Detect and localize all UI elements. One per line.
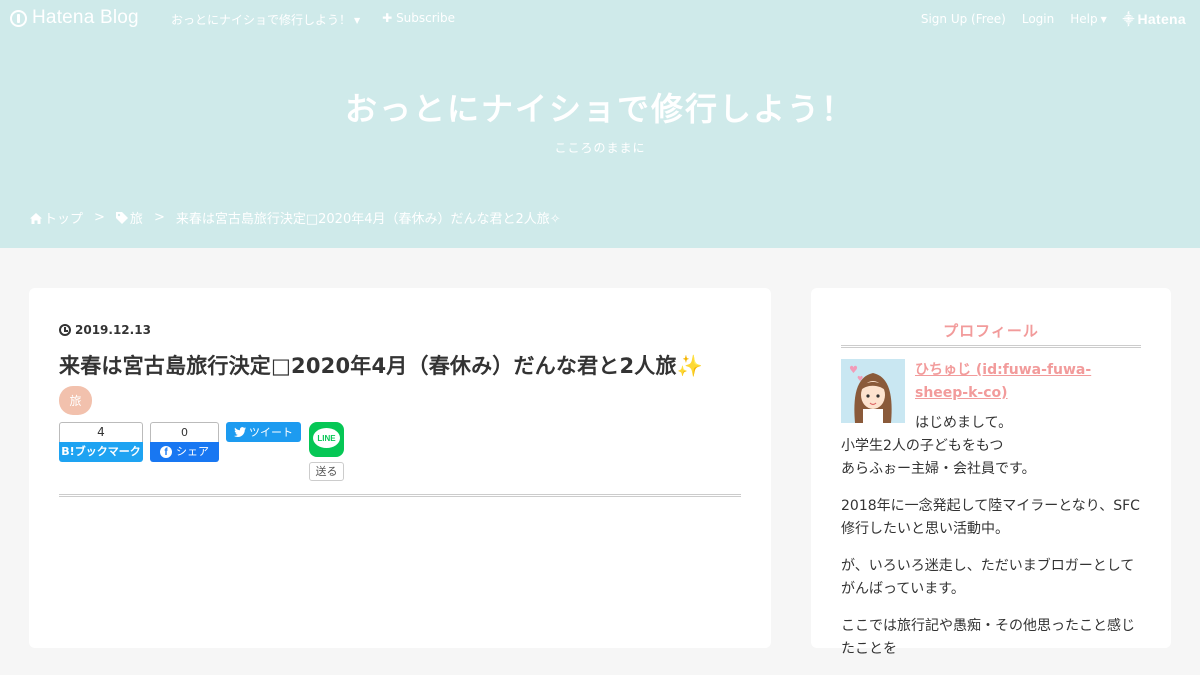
- hatebu-label: B!ブックマーク: [59, 442, 143, 462]
- profile-line: あらふぉー主婦・会社員です。: [841, 461, 1036, 477]
- profile-paragraph: が、いろいろ迷走し、ただいまブロガーとしてがんばっています。: [841, 558, 1135, 597]
- breadcrumb-category[interactable]: 旅: [115, 208, 143, 227]
- account-nav: Sign Up (Free) Login Help ▼ ⸎ Hatena: [921, 11, 1186, 27]
- breadcrumb-separator: >: [94, 210, 105, 225]
- subscribe-label: Subscribe: [396, 11, 456, 25]
- blog-header: おっとにナイショで修行しよう！ こころのままに トップ > 旅 > 来春は宮古島…: [0, 0, 1200, 248]
- entry-title[interactable]: 来春は宮古島旅行決定□2020年4月（春休み）だんな君と2人旅✨: [59, 350, 703, 380]
- blog-description: こころのままに: [554, 141, 646, 155]
- help-dropdown[interactable]: Help ▼: [1070, 12, 1107, 26]
- breadcrumb: トップ > 旅 > 来春は宮古島旅行決定□2020年4月（春休み）だんな君と2人…: [30, 208, 561, 227]
- breadcrumb-current: 来春は宮古島旅行決定□2020年4月（春休み）だんな君と2人旅✧: [175, 212, 561, 227]
- breadcrumb-home[interactable]: トップ: [30, 208, 83, 227]
- facebook-icon: f: [160, 446, 172, 458]
- blog-nav: おっとにナイショで修行しよう！ ▼ ✚ Subscribe: [171, 11, 455, 28]
- hatena-blog-brand: Hatena Blog: [32, 7, 139, 28]
- subscribe-button[interactable]: ✚ Subscribe: [382, 11, 455, 28]
- title-divider: [59, 494, 741, 497]
- facebook-share-button[interactable]: 0 f シェア: [150, 422, 219, 462]
- clock-icon: [59, 324, 71, 336]
- profile-line: 小学生2人の子どもをもつ: [841, 438, 1004, 454]
- blog-menu-dropdown[interactable]: おっとにナイショで修行しよう！ ▼: [171, 11, 360, 28]
- hatebu-count: 4: [59, 422, 143, 442]
- hatena-mark-icon: ⸎: [1122, 13, 1135, 26]
- tweet-button[interactable]: ツイート: [226, 422, 301, 442]
- hatena-blog-logo[interactable]: Hatena Blog: [10, 7, 139, 29]
- profile-paragraph: 2018年に一念発起して陸マイラーとなり、SFC修行したいと思い活動中。: [841, 498, 1140, 537]
- hatena-logo-text: Hatena: [1137, 11, 1186, 27]
- login-link[interactable]: Login: [1022, 12, 1054, 26]
- help-label: Help: [1070, 12, 1098, 26]
- breadcrumb-separator: >: [153, 210, 165, 225]
- entry-card: 2019.12.13 来春は宮古島旅行決定□2020年4月（春休み）だんな君と2…: [29, 288, 771, 648]
- hatena-global-header: Hatena Blog おっとにナイショで修行しよう！ ▼ ✚ Subscribe…: [0, 0, 1200, 36]
- category-chip[interactable]: 旅: [59, 386, 92, 415]
- facebook-share-label: シェア: [176, 445, 209, 458]
- line-share: LINE 送る: [309, 422, 344, 481]
- tag-icon: [115, 212, 128, 224]
- breadcrumb-home-label: トップ: [44, 212, 84, 227]
- tweet-label: ツイート: [249, 426, 293, 439]
- signup-link[interactable]: Sign Up (Free): [921, 12, 1006, 26]
- profile-divider: [841, 345, 1141, 348]
- chevron-down-icon: ▼: [354, 16, 361, 25]
- blog-menu-label: おっとにナイショで修行しよう！: [171, 13, 352, 27]
- profile-description: はじめまして。 小学生2人の子どもをもつ あらふぉー主婦・会社員です。 2018…: [841, 412, 1145, 675]
- entry-date-text: 2019.12.13: [75, 323, 151, 337]
- entry-date[interactable]: 2019.12.13: [59, 323, 151, 337]
- hatena-logo[interactable]: ⸎ Hatena: [1123, 11, 1186, 27]
- breadcrumb-category-label: 旅: [129, 212, 143, 227]
- hatebu-button[interactable]: 4 B!ブックマーク: [59, 422, 143, 462]
- twitter-bird-icon: [234, 427, 246, 437]
- line-icon[interactable]: LINE: [309, 422, 344, 457]
- profile-heading: プロフィール: [943, 322, 1039, 340]
- profile-line: はじめまして。: [915, 415, 1013, 431]
- facebook-count: 0: [150, 422, 219, 442]
- home-icon: [30, 213, 42, 224]
- line-icon-label: LINE: [317, 434, 336, 443]
- sidebar-profile: プロフィール ♥ ♥ ひちゅじ (id:fuwa-fuwa-sheep-k-co…: [811, 288, 1171, 657]
- svg-text:♥: ♥: [857, 375, 863, 383]
- chevron-down-icon: ▼: [1100, 15, 1107, 24]
- blog-title[interactable]: おっとにナイショで修行しよう！: [0, 84, 1200, 130]
- profile-name-link[interactable]: ひちゅじ (id:fuwa-fuwa-sheep-k-co): [915, 359, 1141, 405]
- profile-paragraph: ここでは旅行記や愚痴・その他思ったこと感じたことを: [841, 618, 1135, 657]
- line-send-button[interactable]: 送る: [309, 462, 344, 481]
- plus-icon: ✚: [382, 11, 393, 25]
- hatena-blog-icon: [10, 9, 27, 27]
